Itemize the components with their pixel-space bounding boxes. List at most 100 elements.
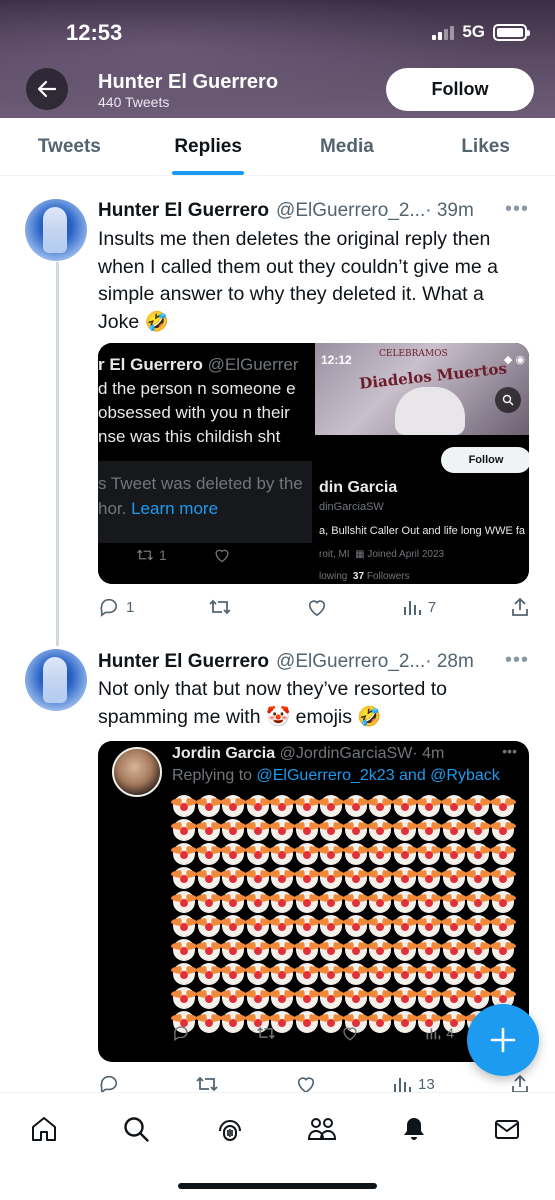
author-name[interactable]: Hunter El Guerrero [98,651,269,673]
retweet-icon [196,1076,218,1092]
clown-emoji [342,867,369,889]
share-button[interactable] [510,1074,530,1094]
spaces-icon[interactable] [214,1113,246,1145]
clown-emoji [220,963,246,985]
reply-icon [173,1026,188,1042]
clown-emoji [293,939,320,961]
wifi-icon: ◆ ◉ [503,354,525,366]
profile-header: 12:53 5G Hunter El Guerrero 440 Tweets F… [0,0,555,118]
like-button[interactable] [306,597,328,617]
clown-emoji [416,819,442,841]
tab-tweets[interactable]: Tweets [0,118,139,175]
clown-emoji [220,939,246,961]
clown-emoji [416,891,442,913]
share-button[interactable] [510,597,530,617]
clown-emoji [342,891,369,913]
clown-emoji [220,987,246,1009]
analytics-icon [393,1078,411,1092]
home-icon[interactable] [28,1113,60,1145]
tweet-count: 440 Tweets [98,94,170,110]
clown-emoji [220,843,246,865]
back-button[interactable] [26,68,68,110]
compose-tweet-button[interactable] [467,1004,539,1076]
tweet-text: Insults me then deletes the original rep… [98,228,498,333]
messages-icon[interactable] [491,1113,523,1145]
retweet-button[interactable] [195,1074,219,1094]
clown-emoji [293,819,320,841]
heart-icon [215,549,229,563]
profile-follow-button: Follow [441,447,529,473]
clown-emoji [195,843,222,865]
clown-emoji [367,795,393,817]
clown-emoji [195,891,222,913]
arrow-left-icon [37,80,57,98]
clown-emoji [269,987,295,1009]
status-time: 12:53 [66,20,123,45]
clown-emoji [416,987,442,1009]
search-icon[interactable] [120,1113,152,1145]
clown-emoji [342,939,369,961]
quoted-header: r El Guerrero @ElGuerrer [98,355,299,374]
clown-emoji [465,795,491,817]
network-label: 5G [462,22,485,41]
tweet-media[interactable]: Jordin Garcia @JordinGarciaSW· 4m ••• Re… [98,741,529,1062]
share-icon [512,597,528,616]
clown-emoji [293,891,320,913]
tab-media[interactable]: Media [278,118,417,175]
clown-emoji [244,963,271,985]
clown-emoji [220,867,246,889]
clown-emoji [367,939,393,961]
views-button[interactable]: 7 [402,597,436,617]
clown-emoji [342,843,369,865]
thread-line [56,262,59,646]
clown-emoji [391,843,418,865]
clown-emoji [269,843,295,865]
avatar[interactable] [25,199,87,261]
clown-emoji [244,819,271,841]
retweet-icon [256,1026,275,1040]
clown-emoji [416,939,442,961]
quoted-more-icon: ••• [502,743,517,759]
clown-emoji [465,939,491,961]
avatar[interactable] [25,649,87,711]
reply-button[interactable] [98,1074,120,1094]
clown-emoji [465,891,491,913]
quoted-actions: 4 [172,1024,454,1042]
author-name[interactable]: Hunter El Guerrero [98,200,269,222]
tab-likes[interactable]: Likes [416,118,555,175]
quoted-actions: 1 [136,547,231,563]
communities-icon[interactable] [306,1113,338,1145]
analytics-icon [403,601,421,615]
quoted-avatar [112,747,162,797]
tab-replies[interactable]: Replies [139,118,278,175]
clown-emoji [440,867,467,889]
clown-emoji [416,867,442,889]
views-button[interactable]: 13 [392,1074,435,1094]
like-button[interactable] [295,1074,317,1094]
clown-emoji [293,867,320,889]
clown-emoji [367,843,393,865]
heart-icon [297,1077,314,1094]
author-handle: @ElGuerrero_2... [276,651,426,672]
follow-button[interactable]: Follow [386,68,534,111]
more-options-icon[interactable]: ••• [505,198,529,221]
clown-emoji [269,915,295,937]
screenshot-deleted-tweet: r El Guerrero @ElGuerrer d the person n … [98,343,312,584]
tweet-media[interactable]: r El Guerrero @ElGuerrer d the person n … [98,343,529,584]
search-icon [495,387,521,413]
retweet-button[interactable] [208,597,232,617]
clown-emoji [440,915,467,937]
clown-emoji [489,819,516,841]
signal-icon [432,24,455,40]
clown-emoji [391,987,418,1009]
more-options-icon[interactable]: ••• [505,649,529,672]
clown-emoji [195,867,222,889]
clown-emoji [195,963,222,985]
clown-emoji [269,963,295,985]
clown-emoji [391,963,418,985]
clown-emoji [220,819,246,841]
reply-button[interactable]: 1 [98,597,134,617]
tweet-header: Hunter El Guerrero @ElGuerrero_2... · 28… [98,651,474,673]
notifications-icon[interactable] [398,1113,430,1145]
tweet-time: · 28m [425,651,474,672]
